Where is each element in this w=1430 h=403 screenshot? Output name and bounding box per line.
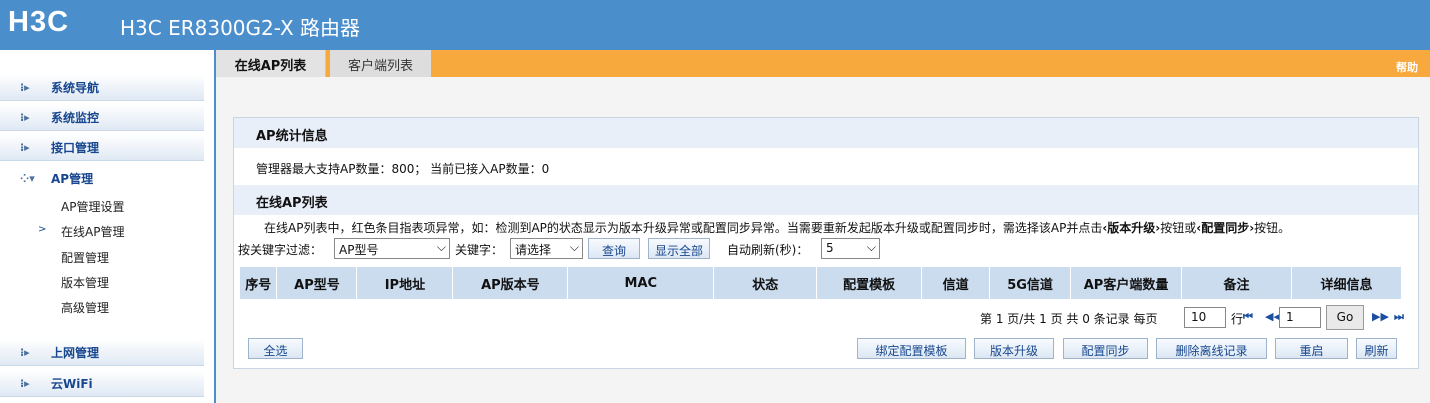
sidebar-item-label: 云WiFi <box>51 377 93 391</box>
chevron-down-icon: ⌵ <box>569 240 579 254</box>
keyword-select[interactable]: 请选择 ⌵ <box>510 238 583 259</box>
reboot-button[interactable]: 重启 <box>1275 338 1348 359</box>
tab-online-ap-list[interactable]: 在线AP列表 <box>216 50 326 77</box>
collapse-icon: ⁘▾ <box>20 172 35 185</box>
col-header-mac: MAC <box>567 267 715 299</box>
version-upgrade-button[interactable]: 版本升级 <box>974 338 1054 359</box>
sidebar-item-label: 系统监控 <box>51 111 100 125</box>
bind-template-button[interactable]: 绑定配置模板 <box>857 338 966 359</box>
sidebar-subitem-online-ap[interactable]: 在线AP管理 <box>61 223 124 240</box>
page-title: H3C ER8300G2-X 路由器 <box>120 16 361 40</box>
sidebar-subitem-ap-settings[interactable]: AP管理设置 <box>61 198 124 215</box>
table-header-row: 序号 AP型号 IP地址 AP版本号 MAC 状态 配置模板 信道 5G信道 A… <box>240 267 1403 299</box>
active-arrow-icon: > <box>38 224 47 235</box>
config-sync-button[interactable]: 配置同步 <box>1063 338 1148 359</box>
show-all-button[interactable]: 显示全部 <box>648 238 710 259</box>
stats-heading: AP统计信息 <box>256 129 328 144</box>
ap-table: 序号 AP型号 IP地址 AP版本号 MAC 状态 配置模板 信道 5G信道 A… <box>240 267 1403 299</box>
online-list-description: 在线AP列表中，红色条目指表项异常，如：检测到AP的状态显示为版本升级异常或配置… <box>264 219 1290 236</box>
col-header-ap-model: AP型号 <box>276 267 358 299</box>
keyword-filter-label: 按关键字过滤： <box>238 243 323 257</box>
expand-icon: ⁝▸ <box>20 81 30 94</box>
sidebar-item-label: AP管理 <box>51 172 94 186</box>
description-upgrade-term: ‹版本升级› <box>1102 221 1161 235</box>
top-header: H3C H3C ER8300G2-X 路由器 <box>0 0 1430 50</box>
sidebar-item-cloud-wifi[interactable]: ⁝▸ 云WiFi <box>0 370 204 397</box>
stats-text: 管理器最大支持AP数量：800； 当前已接入AP数量：0 <box>256 162 550 176</box>
col-header-index: 序号 <box>240 267 278 299</box>
go-button[interactable]: Go <box>1326 305 1364 330</box>
sidebar-item-interface[interactable]: ⁝▸ 接口管理 <box>0 134 204 161</box>
description-text: 按钮或 <box>1160 221 1197 235</box>
main-content: AP统计信息 管理器最大支持AP数量：800； 当前已接入AP数量：0 在线AP… <box>216 77 1430 403</box>
sidebar-subitem-version[interactable]: 版本管理 <box>61 274 109 291</box>
stats-section-header: AP统计信息 <box>234 118 1418 148</box>
expand-icon: ⁝▸ <box>20 377 30 390</box>
row-unit-label: 行 <box>1231 312 1244 326</box>
chevron-down-icon: ⌵ <box>436 240 446 254</box>
help-link[interactable]: 帮助 <box>1396 59 1418 75</box>
col-header-ip[interactable]: IP地址 <box>356 267 454 299</box>
auto-refresh-label: 自动刷新(秒)： <box>727 243 809 257</box>
ap-panel: AP统计信息 管理器最大支持AP数量：800； 当前已接入AP数量：0 在线AP… <box>233 117 1419 369</box>
auto-refresh-value: 5 <box>826 241 834 255</box>
expand-icon: ⁝▸ <box>20 346 30 359</box>
tab-client-list[interactable]: 客户端列表 <box>330 50 431 77</box>
next-page-icon[interactable]: ▶▶ <box>1372 310 1389 323</box>
pager-summary: 第 1 页/共 1 页 共 0 条记录 每页 <box>980 312 1158 326</box>
first-page-icon[interactable]: ⏮ <box>1243 310 1253 324</box>
brand-logo: H3C <box>8 6 70 38</box>
sidebar: ⁝▸ 系统导航 ⁝▸ 系统监控 ⁝▸ 接口管理 ⁘▾ AP管理 AP管理设置 >… <box>0 50 216 403</box>
col-header-config-template: 配置模板 <box>816 267 923 299</box>
expand-icon: ⁝▸ <box>20 141 30 154</box>
online-list-section-header: 在线AP列表 <box>234 185 1418 215</box>
description-text: 按钮。 <box>1254 221 1291 235</box>
last-page-icon[interactable]: ⏭ <box>1394 310 1404 324</box>
description-text: 在线AP列表中，红色条目指表项异常，如：检测到AP的状态显示为版本升级异常或配置… <box>264 221 1103 235</box>
description-sync-term: ‹配置同步› <box>1196 221 1255 235</box>
keyword-filter-select[interactable]: AP型号 ⌵ <box>334 238 450 259</box>
chevron-down-icon: ⌵ <box>866 240 876 254</box>
online-list-heading: 在线AP列表 <box>256 196 328 211</box>
sidebar-item-label: 上网管理 <box>51 346 100 360</box>
keyword-label: 关键字： <box>455 243 504 257</box>
sidebar-subitem-advanced[interactable]: 高级管理 <box>61 299 109 316</box>
col-header-status: 状态 <box>713 267 818 299</box>
col-header-client-count: AP客户端数量 <box>1070 267 1182 299</box>
sidebar-item-system-monitor[interactable]: ⁝▸ 系统监控 <box>0 104 204 131</box>
page-number-input[interactable]: 1 <box>1279 307 1321 328</box>
col-header-ap-version: AP版本号 <box>452 267 569 299</box>
sidebar-subitem-config[interactable]: 配置管理 <box>61 249 109 266</box>
select-all-button[interactable]: 全选 <box>248 338 303 359</box>
col-header-remark: 备注 <box>1181 267 1292 299</box>
keyword-value: 请选择 <box>515 243 552 257</box>
sidebar-item-label: 系统导航 <box>51 81 100 95</box>
col-header-channel: 信道 <box>921 267 991 299</box>
col-header-details: 详细信息 <box>1291 267 1403 299</box>
query-button[interactable]: 查询 <box>588 238 640 259</box>
sidebar-item-ap-management[interactable]: ⁘▾ AP管理 <box>0 165 204 192</box>
delete-offline-button[interactable]: 删除离线记录 <box>1156 338 1267 359</box>
col-header-5g-channel: 5G信道 <box>989 267 1072 299</box>
auto-refresh-select[interactable]: 5 ⌵ <box>821 238 880 259</box>
sidebar-item-label: 接口管理 <box>51 141 100 155</box>
per-page-input[interactable]: 10 <box>1184 307 1226 328</box>
expand-icon: ⁝▸ <box>20 111 30 124</box>
keyword-filter-value: AP型号 <box>339 243 379 257</box>
sidebar-item-internet-management[interactable]: ⁝▸ 上网管理 <box>0 339 204 366</box>
refresh-button[interactable]: 刷新 <box>1356 338 1397 359</box>
sidebar-item-system-nav[interactable]: ⁝▸ 系统导航 <box>0 74 204 101</box>
tab-bar: 在线AP列表 客户端列表 帮助 <box>216 50 1430 77</box>
